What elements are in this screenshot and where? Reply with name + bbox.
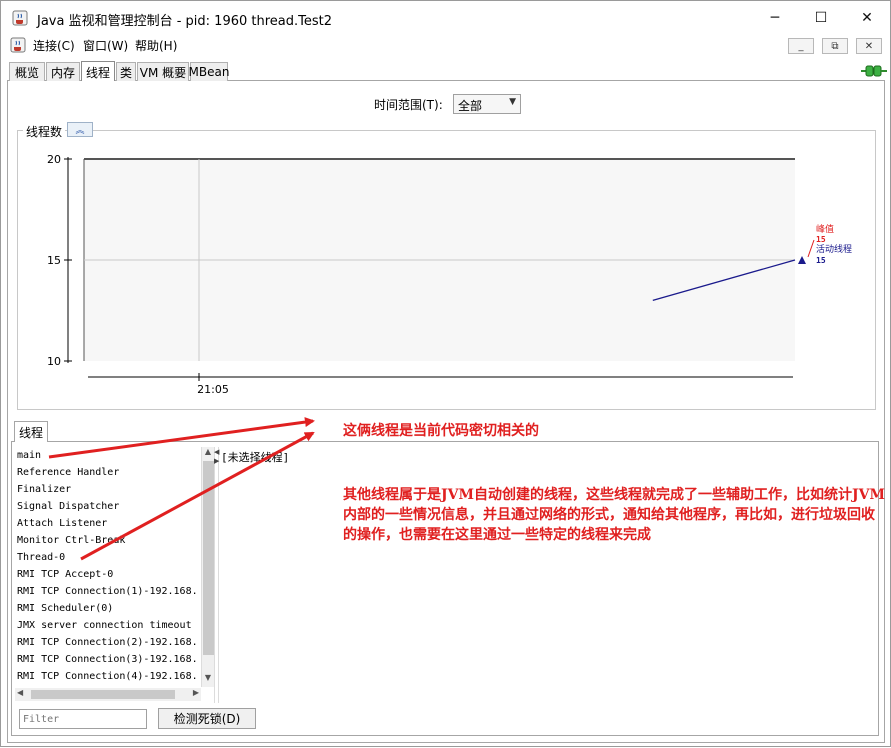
thread-list: main Reference Handler Finalizer Signal Dis… — [15, 447, 201, 687]
thread-list-item[interactable]: main — [15, 447, 201, 464]
legend-live-label: 活动线程 — [816, 243, 852, 255]
title-bar: Java 监视和管理控制台 - pid: 1960 thread.Test2 ─… — [1, 1, 890, 35]
thread-list-item[interactable]: RMI TCP Connection(2)-192.168. — [15, 634, 201, 651]
mdi-close-button[interactable]: ✕ — [856, 38, 882, 54]
split-left-arrow-icon[interactable]: ◀ — [214, 448, 219, 456]
scroll-down-icon[interactable]: ▼ — [202, 673, 214, 687]
tab-classes[interactable]: 类 — [116, 62, 136, 81]
scroll-right-icon[interactable]: ▶ — [193, 688, 199, 697]
thread-list-item[interactable]: Thread-0 — [15, 549, 201, 566]
y-tick-label: 20 — [47, 153, 61, 166]
time-range-select[interactable]: 全部 ▼ — [453, 94, 521, 114]
tab-vm-summary[interactable]: VM 概要 — [137, 62, 189, 81]
thread-list-vertical-scrollbar[interactable]: ▲ ▼ — [201, 447, 214, 687]
threads-list-tab[interactable]: 线程 — [14, 421, 48, 442]
menu-bar: 连接(C) 窗口(W) 帮助(H) _ ⧉ ✕ — [1, 35, 890, 55]
annotation-note-2: 其他线程属于是JVM自动创建的线程，这些线程就完成了一些辅助工作，比如统计JVM… — [343, 487, 885, 543]
y-tick-label: 10 — [47, 355, 61, 368]
menu-help[interactable]: 帮助(H) — [135, 37, 177, 54]
live-threads-marker — [798, 256, 806, 264]
x-tick-label: 21:05 — [197, 383, 229, 396]
thread-list-item[interactable]: Monitor Ctrl-Break — [15, 532, 201, 549]
thread-list-item[interactable]: Signal Dispatcher — [15, 498, 201, 515]
mdi-minimize-button[interactable]: _ — [788, 38, 814, 54]
thread-count-chart-panel: 10 15 20 21:05 峰值 15 活动线程 15 — [17, 130, 876, 410]
legend-peak-value: 15 — [816, 235, 826, 244]
thread-list-item[interactable]: JMX server connection timeout — [15, 617, 201, 634]
thread-list-horizontal-scrollbar[interactable]: ◀ ▶ — [15, 688, 201, 701]
window-title: Java 监视和管理控制台 - pid: 1960 thread.Test2 — [37, 14, 333, 29]
java-coffee-icon — [12, 10, 28, 26]
split-right-arrow-icon[interactable]: ▶ — [214, 457, 219, 465]
tab-threads[interactable]: 线程 — [81, 61, 115, 82]
legend-live-value: 15 — [816, 256, 826, 265]
tab-memory[interactable]: 内存 — [46, 62, 80, 81]
chart-title: 线程数 — [23, 123, 66, 140]
thread-list-item[interactable]: Attach Listener — [15, 515, 201, 532]
thread-list-item[interactable]: Reference Handler — [15, 464, 201, 481]
thread-detail-label: [未选择线程] — [221, 451, 290, 464]
double-chevron-up-icon[interactable]: ︽ — [67, 122, 93, 137]
application-window: Java 监视和管理控制台 - pid: 1960 thread.Test2 ─… — [0, 0, 891, 747]
tab-strip: 概览 内存 线程 类 VM 概要 MBean — [7, 61, 885, 82]
horizontal-scroll-thumb[interactable] — [31, 690, 175, 699]
mdi-restore-button[interactable]: ⧉ — [822, 38, 848, 54]
thread-list-item[interactable]: RMI Scheduler(0) — [15, 600, 201, 617]
java-coffee-icon — [10, 37, 26, 53]
filter-input[interactable] — [20, 710, 146, 728]
thread-list-item[interactable]: Finalizer — [15, 481, 201, 498]
legend-peak-label: 峰值 — [816, 223, 834, 235]
thread-list-item[interactable]: RMI TCP Connection(3)-192.168. — [15, 651, 201, 668]
y-tick-label: 15 — [47, 254, 61, 267]
close-button[interactable]: ✕ — [844, 5, 890, 31]
scroll-up-icon[interactable]: ▲ — [202, 447, 214, 461]
detect-deadlock-button[interactable]: 检测死锁(D) — [158, 708, 256, 729]
thread-list-item[interactable]: RMI TCP Connection(1)-192.168. — [15, 583, 201, 600]
chevron-down-icon: ▼ — [509, 97, 516, 107]
annotation-note-1: 这俩线程是当前代码密切相关的 — [343, 423, 539, 439]
menu-connect[interactable]: 连接(C) — [33, 37, 75, 54]
menu-window[interactable]: 窗口(W) — [83, 37, 128, 54]
tab-mbean[interactable]: MBean — [189, 62, 229, 81]
maximize-button[interactable]: ☐ — [798, 5, 844, 31]
filter-field[interactable] — [19, 709, 147, 729]
thread-list-item[interactable]: RMI TCP Accept-0 — [15, 566, 201, 583]
tab-overview[interactable]: 概览 — [9, 62, 45, 81]
legend-connector-peak — [807, 239, 815, 258]
connection-plug-icon — [861, 65, 887, 77]
time-range-label: 时间范围(T): — [374, 98, 443, 112]
minimize-button[interactable]: ─ — [752, 5, 798, 31]
thread-list-item[interactable]: RMI TCP Connection(4)-192.168. — [15, 668, 201, 685]
split-pane-divider[interactable] — [214, 447, 219, 703]
scroll-thumb[interactable] — [203, 461, 214, 655]
time-range-value: 全部 — [458, 99, 483, 113]
scroll-left-icon[interactable]: ◀ — [17, 688, 23, 697]
thread-count-chart: 10152021:05峰值15活动线程15 — [47, 153, 852, 396]
